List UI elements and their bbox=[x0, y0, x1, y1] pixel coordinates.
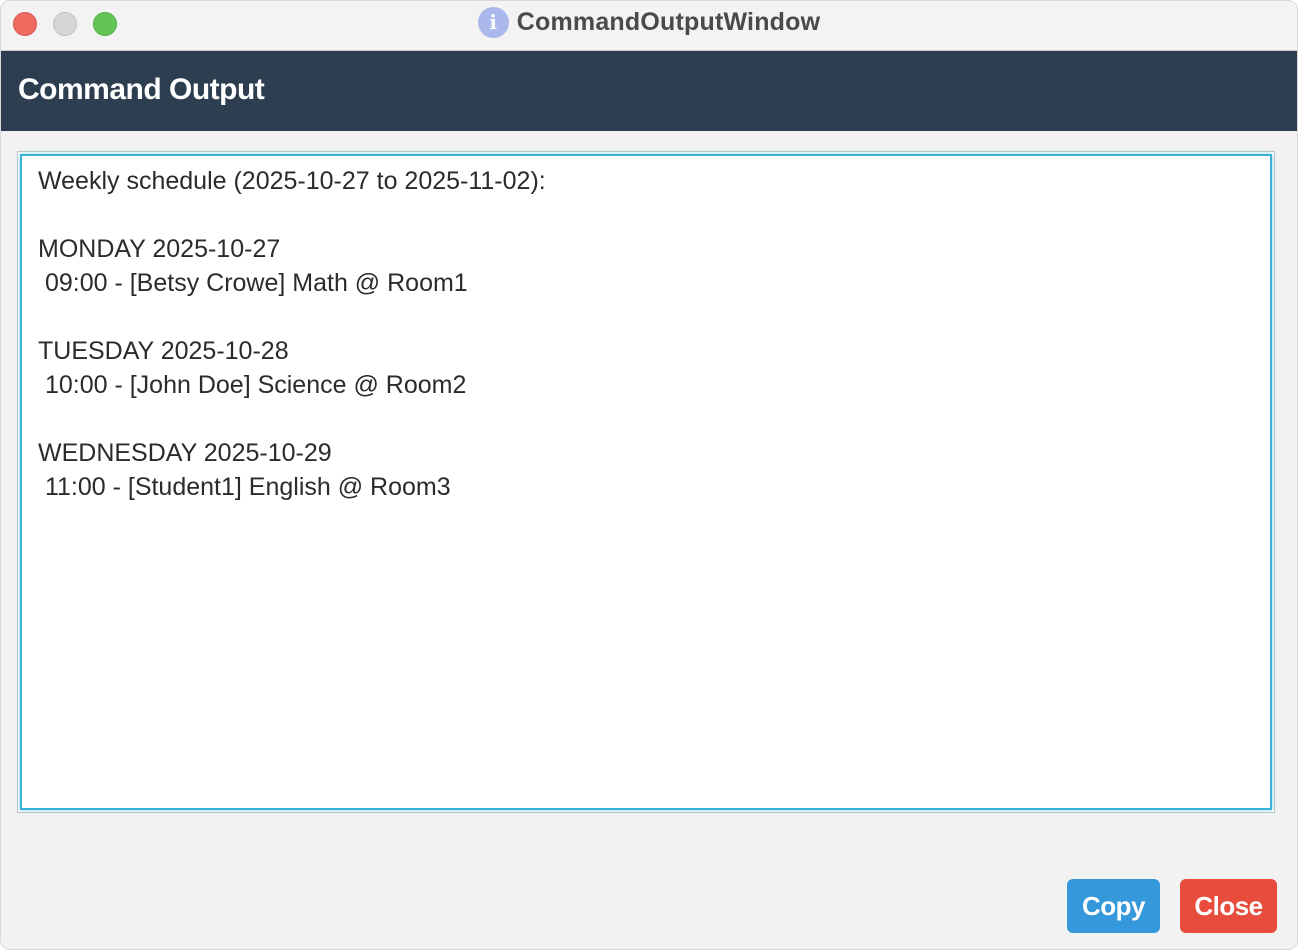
copy-button[interactable]: Copy bbox=[1067, 879, 1160, 933]
window-title: CommandOutputWindow bbox=[516, 7, 821, 36]
close-button[interactable]: Close bbox=[1180, 879, 1277, 933]
title-group: i CommandOutputWindow bbox=[1, 1, 1297, 43]
command-output-textarea[interactable]: Weekly schedule (2025-10-27 to 2025-11-0… bbox=[20, 154, 1272, 810]
command-output-window: i CommandOutputWindow Command Output Wee… bbox=[0, 0, 1298, 950]
info-icon: i bbox=[477, 6, 509, 38]
page-title: Command Output bbox=[18, 73, 265, 106]
title-bar: i CommandOutputWindow bbox=[1, 1, 1297, 51]
header-band: Command Output bbox=[1, 51, 1297, 131]
output-frame: Weekly schedule (2025-10-27 to 2025-11-0… bbox=[17, 151, 1275, 813]
